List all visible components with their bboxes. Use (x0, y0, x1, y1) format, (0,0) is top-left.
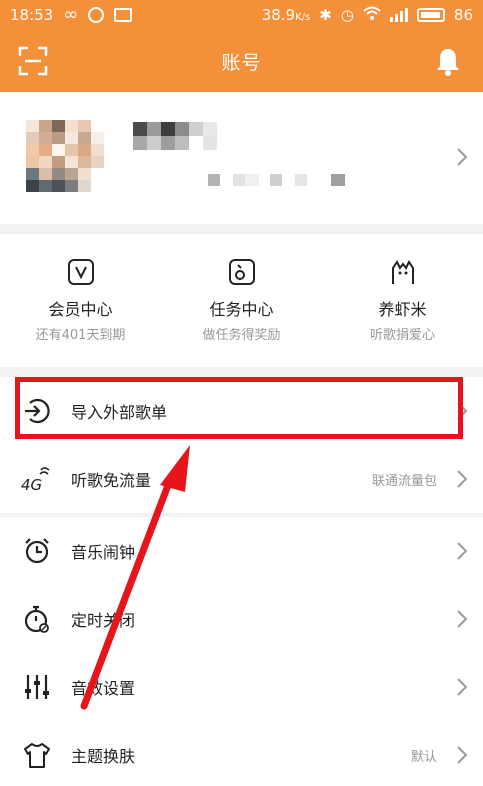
shrimp-icon (391, 260, 414, 284)
sound-effects-row[interactable]: 音效设置 (0, 653, 483, 721)
infinity-icon: ∞ (63, 4, 79, 25)
vip-center-button[interactable]: 会员中心 还有401天到期 (0, 234, 161, 367)
highlight-box (15, 377, 463, 439)
section-divider (0, 224, 483, 234)
app-header: 账号 (0, 30, 483, 92)
vip-center-subtitle: 还有401天到期 (35, 328, 126, 343)
timer-icon (24, 605, 49, 633)
vip-icon (67, 259, 94, 285)
username-blurred (133, 122, 353, 202)
avatar[interactable] (26, 120, 104, 192)
theme-skin-value: 默认 (410, 749, 437, 765)
section-divider (0, 367, 483, 377)
notifications-button[interactable] (435, 46, 461, 76)
free-data-row[interactable]: 4G 听歌免流量 联通流量包 (0, 445, 483, 513)
theme-skin-label: 主题换肤 (71, 747, 136, 766)
scan-button[interactable] (18, 46, 48, 76)
music-alarm-label: 音乐闹钟 (71, 543, 136, 562)
raise-shrimp-button[interactable]: 养虾米 听歌捐爱心 (322, 234, 483, 367)
scan-icon (18, 46, 48, 76)
menu-group-2: 音乐闹钟 定时关闭 音效设置 主题换肤 默认 (0, 517, 483, 786)
tshirt-icon (24, 743, 50, 768)
notification-circle-icon (88, 7, 105, 23)
task-center-subtitle: 做任务得奖励 (202, 328, 281, 343)
bluetooth-icon: ✱ (319, 6, 332, 24)
task-center-label: 任务中心 (209, 300, 274, 319)
free-data-label: 听歌免流量 (71, 471, 152, 490)
quick-actions: 会员中心 还有401天到期 任务中心 做任务得奖励 养虾米 听歌捐爱心 (0, 234, 483, 367)
chevron-right-icon (457, 470, 467, 488)
music-alarm-row[interactable]: 音乐闹钟 (0, 517, 483, 585)
free-data-value: 联通流量包 (371, 473, 437, 489)
chevron-right-icon (457, 746, 467, 764)
profile-card[interactable] (0, 92, 483, 224)
bell-icon (437, 49, 459, 76)
sound-effects-label: 音效设置 (71, 679, 136, 698)
task-icon (228, 259, 255, 285)
vip-center-label: 会员中心 (48, 300, 113, 319)
chevron-right-icon (457, 148, 467, 166)
signal-icon (389, 8, 408, 22)
theme-skin-row[interactable]: 主题换肤 默认 (0, 721, 483, 786)
raise-shrimp-label: 养虾米 (378, 300, 427, 319)
equalizer-icon (25, 675, 49, 699)
chevron-right-icon (457, 678, 467, 696)
sleep-timer-row[interactable]: 定时关闭 (0, 585, 483, 653)
image-icon (114, 8, 133, 22)
sleep-timer-label: 定时关闭 (71, 611, 136, 630)
task-center-button[interactable]: 任务中心 做任务得奖励 (161, 234, 322, 367)
status-time: 18:53 (10, 6, 54, 24)
alarm-clock-icon (25, 538, 49, 564)
battery-level: 86 (453, 6, 473, 24)
wifi-icon (363, 6, 381, 24)
network-speed: 38.9K/s (261, 6, 311, 24)
page-title: 账号 (221, 51, 262, 74)
status-bar: 18:53 ∞ 38.9K/s ✱ ◷ 86 (0, 0, 483, 30)
chevron-right-icon (457, 542, 467, 560)
svg-text:4G: 4G (21, 476, 42, 494)
chevron-right-icon (457, 610, 467, 628)
battery-icon (416, 8, 445, 22)
raise-shrimp-subtitle: 听歌捐爱心 (369, 328, 435, 343)
alarm-icon: ◷ (340, 6, 354, 24)
4g-icon: 4G (21, 467, 50, 494)
